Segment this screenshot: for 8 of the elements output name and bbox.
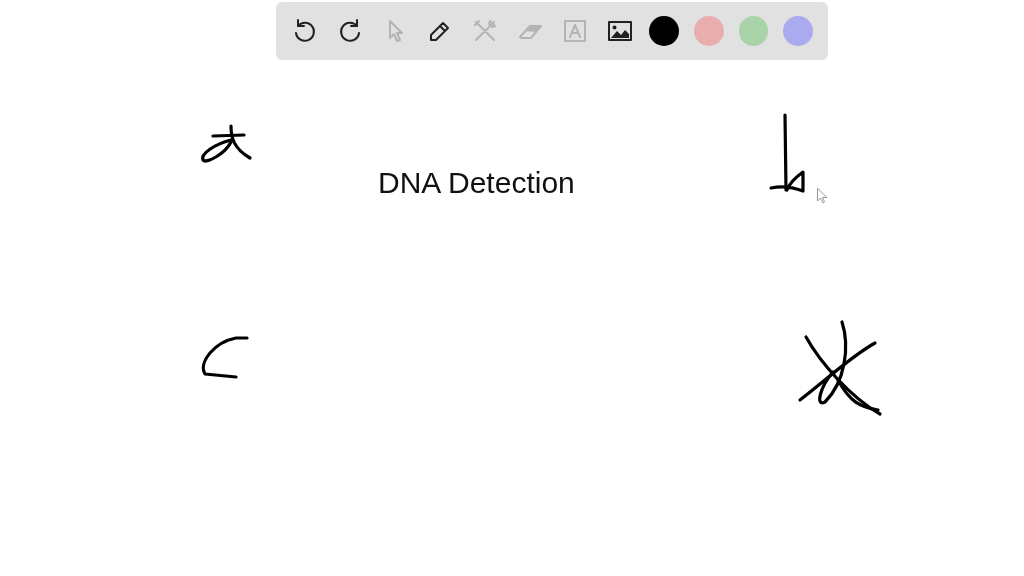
color-swatch[interactable] — [649, 16, 679, 46]
ink-stroke — [201, 336, 249, 379]
canvas-text: DNA Detection — [378, 166, 575, 200]
color-swatch[interactable] — [693, 16, 724, 46]
mouse-cursor-icon — [817, 188, 827, 204]
color-swatch[interactable] — [783, 16, 813, 46]
color-swatch[interactable] — [738, 16, 769, 46]
ink-stroke — [201, 124, 252, 163]
